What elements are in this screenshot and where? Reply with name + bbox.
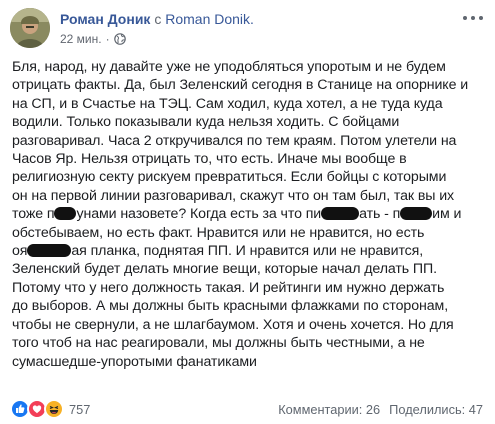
post-text-line: религиозную секту рискуем превратиться. …: [12, 169, 447, 186]
post-text-line: сумасшедше-упоротыми фанатиками: [12, 353, 257, 370]
post-text-line: разговаривал. Часа 2 откручивался по тем…: [12, 132, 457, 149]
globe-icon[interactable]: [113, 33, 126, 45]
comments-count-link[interactable]: Комментарии: 26: [278, 402, 380, 417]
text-fragment: им и: [432, 206, 462, 223]
post-text-line: того чтоб на нас реагировали, мы должны …: [12, 335, 425, 352]
haha-icon: [44, 399, 64, 419]
post-text-line: тоже п унами назовете? Когда есть за что …: [12, 205, 490, 223]
post-text-line: Зеленский будет делать многие вещи, кото…: [12, 261, 437, 278]
text-fragment: оя: [12, 243, 28, 260]
post-timestamp[interactable]: 22 мин.: [60, 31, 102, 47]
post-text-line: он на первой линии разговаривал, скажут …: [12, 187, 455, 204]
post-header: Роман Доник с Roman Donik. 22 мин. ·: [10, 8, 254, 48]
post-text-line: чтобы не свернули, а не шлагбаумом. Хотя…: [12, 316, 454, 333]
separator: ·: [105, 32, 110, 46]
post-text-line: на СП, и в Счастье на ТЭЦ. Сам ходил, ку…: [12, 95, 443, 112]
menu-dot: [463, 16, 467, 20]
menu-dot: [471, 16, 475, 20]
post-text-line: оя ая планка, поднятая ПП. И нравится или…: [12, 242, 490, 260]
tagged-profile[interactable]: Roman Donik.: [165, 11, 254, 27]
post-text-line: отрицать факты. Да, был Зеленский сегодн…: [12, 77, 469, 94]
text-fragment: ая планка, поднятая ПП. И нравится или н…: [71, 243, 424, 260]
author-line: Роман Доник с Roman Donik.: [60, 10, 254, 28]
text-fragment: ать - п: [359, 206, 401, 223]
more-dots-icon[interactable]: [463, 12, 483, 24]
text-fragment: унами назовете? Когда есть за что пи: [76, 206, 322, 223]
shares-count-link[interactable]: Поделились: 47: [389, 402, 483, 417]
censor-mark: [27, 244, 72, 258]
post-text: Бля, народ, ну давайте уже не уподоблять…: [12, 58, 490, 371]
post-text-line: обстебываем, но есть факт. Нравится или …: [12, 224, 425, 241]
menu-dot: [479, 16, 483, 20]
post-text-line: Часов Яр. Нельзя отрицать то, что есть. …: [12, 151, 407, 168]
post-text-line: водили. Только показывали куда нельзя хо…: [12, 114, 400, 131]
with-text: с: [150, 11, 166, 27]
author-name[interactable]: Роман Доник: [60, 11, 150, 27]
post-footer: 757 Комментарии: 26 Поделились: 47: [10, 399, 483, 419]
censor-mark: [54, 207, 77, 221]
author-avatar[interactable]: [10, 8, 50, 48]
facebook-post: Роман Доник с Roman Donik. 22 мин. · Бля…: [0, 0, 495, 424]
censor-mark: [400, 207, 433, 221]
post-text-line: Бля, народ, ну давайте уже не уподоблять…: [12, 59, 446, 75]
post-meta: Роман Доник с Roman Donik. 22 мин. ·: [60, 10, 254, 47]
reactions-summary[interactable]: 757: [10, 399, 90, 419]
post-text-line: Потому что у него должность такая. И рей…: [12, 279, 445, 296]
censor-mark: [321, 207, 360, 221]
post-text-line: до выборов. А мы должны быть красными фл…: [12, 298, 449, 315]
engagement-counts: Комментарии: 26 Поделились: 47: [278, 402, 483, 417]
text-fragment: тоже п: [12, 206, 55, 223]
post-time-line: 22 мин. ·: [60, 31, 254, 47]
reaction-count: 757: [69, 401, 91, 417]
